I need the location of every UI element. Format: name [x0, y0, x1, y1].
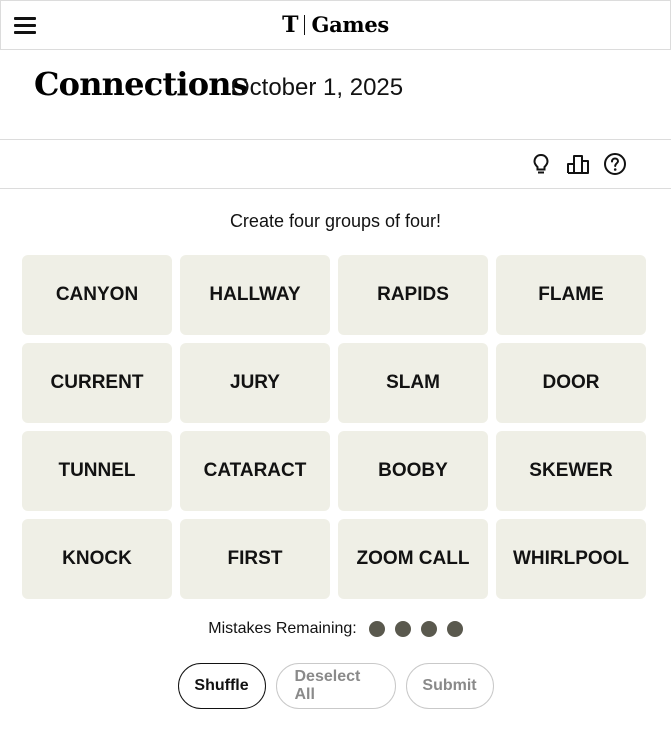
puzzle-date: October 1, 2025 [231, 74, 404, 101]
word-tile[interactable]: DOOR [496, 343, 646, 423]
word-tile[interactable]: FLAME [496, 255, 646, 335]
title-bar: Connections October 1, 2025 [0, 50, 671, 140]
word-tile[interactable]: WHIRLPOOL [496, 519, 646, 599]
word-tile[interactable]: FIRST [180, 519, 330, 599]
word-tile[interactable]: CURRENT [22, 343, 172, 423]
word-tile[interactable]: ZOOM CALL [338, 519, 488, 599]
word-tile[interactable]: SLAM [338, 343, 488, 423]
mistake-dot [368, 621, 385, 637]
submit-button[interactable]: Submit [405, 663, 494, 709]
nyt-logo-icon: T [282, 12, 299, 38]
mistake-dot [420, 621, 437, 637]
connections-page: T Games Connections October 1, 2025 Crea… [0, 0, 671, 739]
word-tile[interactable]: SKEWER [496, 431, 646, 511]
brand-name: Games [311, 12, 389, 37]
word-tile[interactable]: HALLWAY [180, 255, 330, 335]
mistakes-label: Mistakes Remaining: [208, 620, 357, 637]
top-nav-bar: T Games [0, 0, 671, 50]
instructions: Create four groups of four! [229, 211, 442, 231]
word-grid: CANYON HALLWAY RAPIDS FLAME CURRENT JURY SLAM D… [22, 255, 646, 599]
mistakes-remaining: Mistakes Remaining: [0, 620, 671, 638]
brand-divider [304, 15, 306, 35]
word-tile[interactable]: KNOCK [22, 519, 172, 599]
action-buttons: Shuffle Deselect All Submit [0, 663, 671, 709]
word-tile[interactable]: TUNNEL [22, 431, 172, 511]
mistake-dot [446, 621, 463, 637]
mistake-dot [394, 621, 411, 637]
word-tile[interactable]: CANYON [22, 255, 172, 335]
leaderboard-icon[interactable] [566, 152, 590, 176]
deselect-all-button[interactable]: Deselect All [275, 663, 396, 709]
word-tile[interactable]: CATARACT [180, 431, 330, 511]
page-title: Connections [34, 65, 249, 103]
mistake-dots [368, 621, 463, 637]
word-tile[interactable]: RAPIDS [338, 255, 488, 335]
help-icon[interactable] [603, 152, 627, 176]
game-toolbar [0, 140, 671, 189]
lightbulb-icon[interactable] [529, 152, 553, 176]
word-tile[interactable]: BOOBY [338, 431, 488, 511]
shuffle-button[interactable]: Shuffle [177, 663, 266, 709]
games-brand[interactable]: T Games [1, 12, 670, 38]
word-tile[interactable]: JURY [180, 343, 330, 423]
